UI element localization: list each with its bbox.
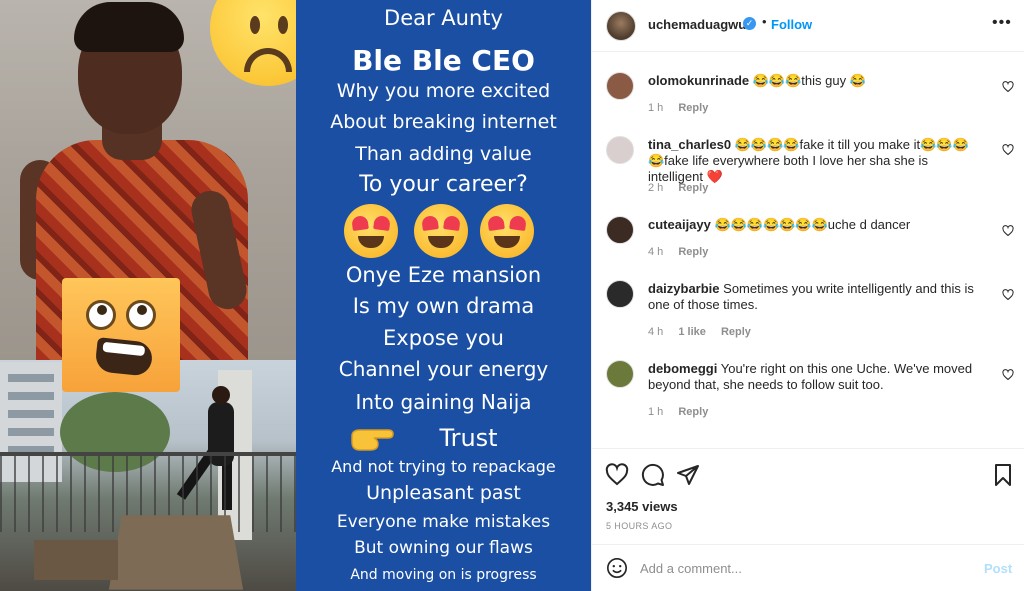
commenter-avatar[interactable]	[606, 360, 634, 388]
text-line: About breaking internet	[330, 111, 557, 133]
comment-time[interactable]: 4 h	[648, 246, 663, 258]
text-line: Trust	[439, 424, 498, 452]
comment-meta: 1 h Reply	[648, 102, 720, 114]
text-line: Is my own drama	[352, 294, 535, 318]
comment-time[interactable]: 2 h	[648, 182, 663, 194]
like-comment-heart-icon[interactable]	[1002, 225, 1014, 237]
text-line: Ble Ble CEO	[352, 44, 535, 77]
separator-dot: •	[762, 14, 767, 29]
comment-body: daizybarbie Sometimes you write intellig…	[648, 281, 978, 313]
annoyed-face-emoji-icon	[62, 278, 180, 392]
text-line: And moving on is progress	[350, 567, 537, 583]
commenter-avatar[interactable]	[606, 136, 634, 164]
reply-button[interactable]: Reply	[678, 182, 708, 194]
comment-text: 😂😂😂😂😂😂😂uche d dancer	[714, 217, 911, 232]
comment-meta: 4 h Reply	[648, 246, 720, 258]
text-line: Than adding value	[355, 143, 532, 165]
text-line: Unpleasant past	[366, 482, 521, 504]
text-line: And not trying to repackage	[331, 457, 556, 476]
follow-button[interactable]: Follow	[771, 17, 812, 32]
text-line: Everyone make mistakes	[336, 512, 551, 532]
author-username[interactable]: uchemaduagwu	[648, 17, 746, 32]
comment-username[interactable]: olomokunrinade	[648, 73, 749, 88]
comment-username[interactable]: cuteaijayy	[648, 217, 711, 232]
bench	[34, 540, 118, 580]
reply-button[interactable]: Reply	[678, 246, 708, 258]
comment-time[interactable]: 4 h	[648, 326, 663, 338]
emoji-smiley-icon[interactable]	[606, 557, 628, 579]
comment-username[interactable]: debomeggi	[648, 361, 717, 376]
comment-likes[interactable]: 1 like	[678, 326, 706, 338]
more-options-icon[interactable]: •••	[992, 14, 1012, 32]
comment-username[interactable]: tina_charles0	[648, 137, 731, 152]
comment-input[interactable]	[640, 555, 960, 581]
reply-button[interactable]: Reply	[721, 326, 751, 338]
like-comment-heart-icon[interactable]	[1002, 144, 1014, 156]
heart-eyes-row	[296, 204, 591, 260]
text-line: Onye Eze mansion	[345, 263, 542, 287]
share-paper-plane-icon[interactable]	[676, 463, 700, 487]
comment-time[interactable]: 1 h	[648, 406, 663, 418]
post-header: uchemaduagwu ✓ • Follow •••	[592, 0, 1024, 52]
comment-text: 😂😂😂this guy 😂	[752, 73, 866, 88]
post-sidebar: uchemaduagwu ✓ • Follow ••• olomokunrina…	[591, 0, 1024, 591]
like-comment-heart-icon[interactable]	[1002, 81, 1014, 93]
comments-list[interactable]: olomokunrinade 😂😂😂this guy 😂 1 h Reply t…	[592, 52, 1024, 448]
post-actions: 3,345 views 5 HOURS AGO	[592, 448, 1024, 544]
table	[108, 515, 244, 590]
comment-meta: 2 h Reply	[648, 182, 720, 194]
commenter-avatar[interactable]	[606, 280, 634, 308]
comment-bubble-icon[interactable]	[641, 463, 665, 487]
text-line: To your career?	[359, 172, 528, 197]
like-heart-icon[interactable]	[605, 463, 629, 487]
like-comment-heart-icon[interactable]	[1002, 289, 1014, 301]
pointing-hand-emoji-icon	[351, 429, 394, 451]
comment-body: debomeggi You're right on this one Uche.…	[648, 361, 978, 393]
verified-badge-icon: ✓	[743, 17, 756, 30]
comment-time[interactable]: 1 h	[648, 102, 663, 114]
post-comment-button[interactable]: Post	[984, 561, 1012, 576]
comment-username[interactable]: daizybarbie	[648, 281, 720, 296]
text-panel: Dear Aunty Ble Ble CEO Why you more exci…	[296, 0, 591, 591]
view-count[interactable]: 3,345 views	[606, 499, 678, 514]
post-timestamp[interactable]: 5 HOURS AGO	[606, 521, 672, 531]
author-avatar[interactable]	[606, 11, 636, 41]
comment-meta: 4 h 1 like Reply	[648, 326, 763, 338]
text-line: Into gaining Naija	[355, 390, 532, 414]
save-bookmark-icon[interactable]	[991, 463, 1015, 487]
comment-body: olomokunrinade 😂😂😂this guy 😂	[648, 73, 978, 89]
heart-eyes-emoji-icon	[480, 204, 534, 258]
commenter-avatar[interactable]	[606, 72, 634, 100]
comment-meta: 1 h Reply	[648, 406, 720, 418]
reply-button[interactable]: Reply	[678, 406, 708, 418]
text-line: But owning our flaws	[354, 538, 533, 558]
add-comment-bar: Post	[592, 544, 1024, 591]
heart-eyes-emoji-icon	[344, 204, 398, 258]
heart-eyes-emoji-icon	[414, 204, 468, 258]
reply-button[interactable]: Reply	[678, 102, 708, 114]
like-comment-heart-icon[interactable]	[1002, 369, 1014, 381]
text-line: Expose you	[383, 326, 504, 350]
comment-body: tina_charles0 😂😂😂😂fake it till you make …	[648, 137, 978, 185]
text-line: Why you more excited	[336, 80, 551, 102]
text-line: Channel your energy	[338, 357, 549, 381]
text-line: Dear Aunty	[384, 6, 503, 30]
post-media[interactable]: Dear Aunty Ble Ble CEO Why you more exci…	[0, 0, 591, 591]
commenter-avatar[interactable]	[606, 216, 634, 244]
comment-body: cuteaijayy 😂😂😂😂😂😂😂uche d dancer	[648, 217, 978, 233]
